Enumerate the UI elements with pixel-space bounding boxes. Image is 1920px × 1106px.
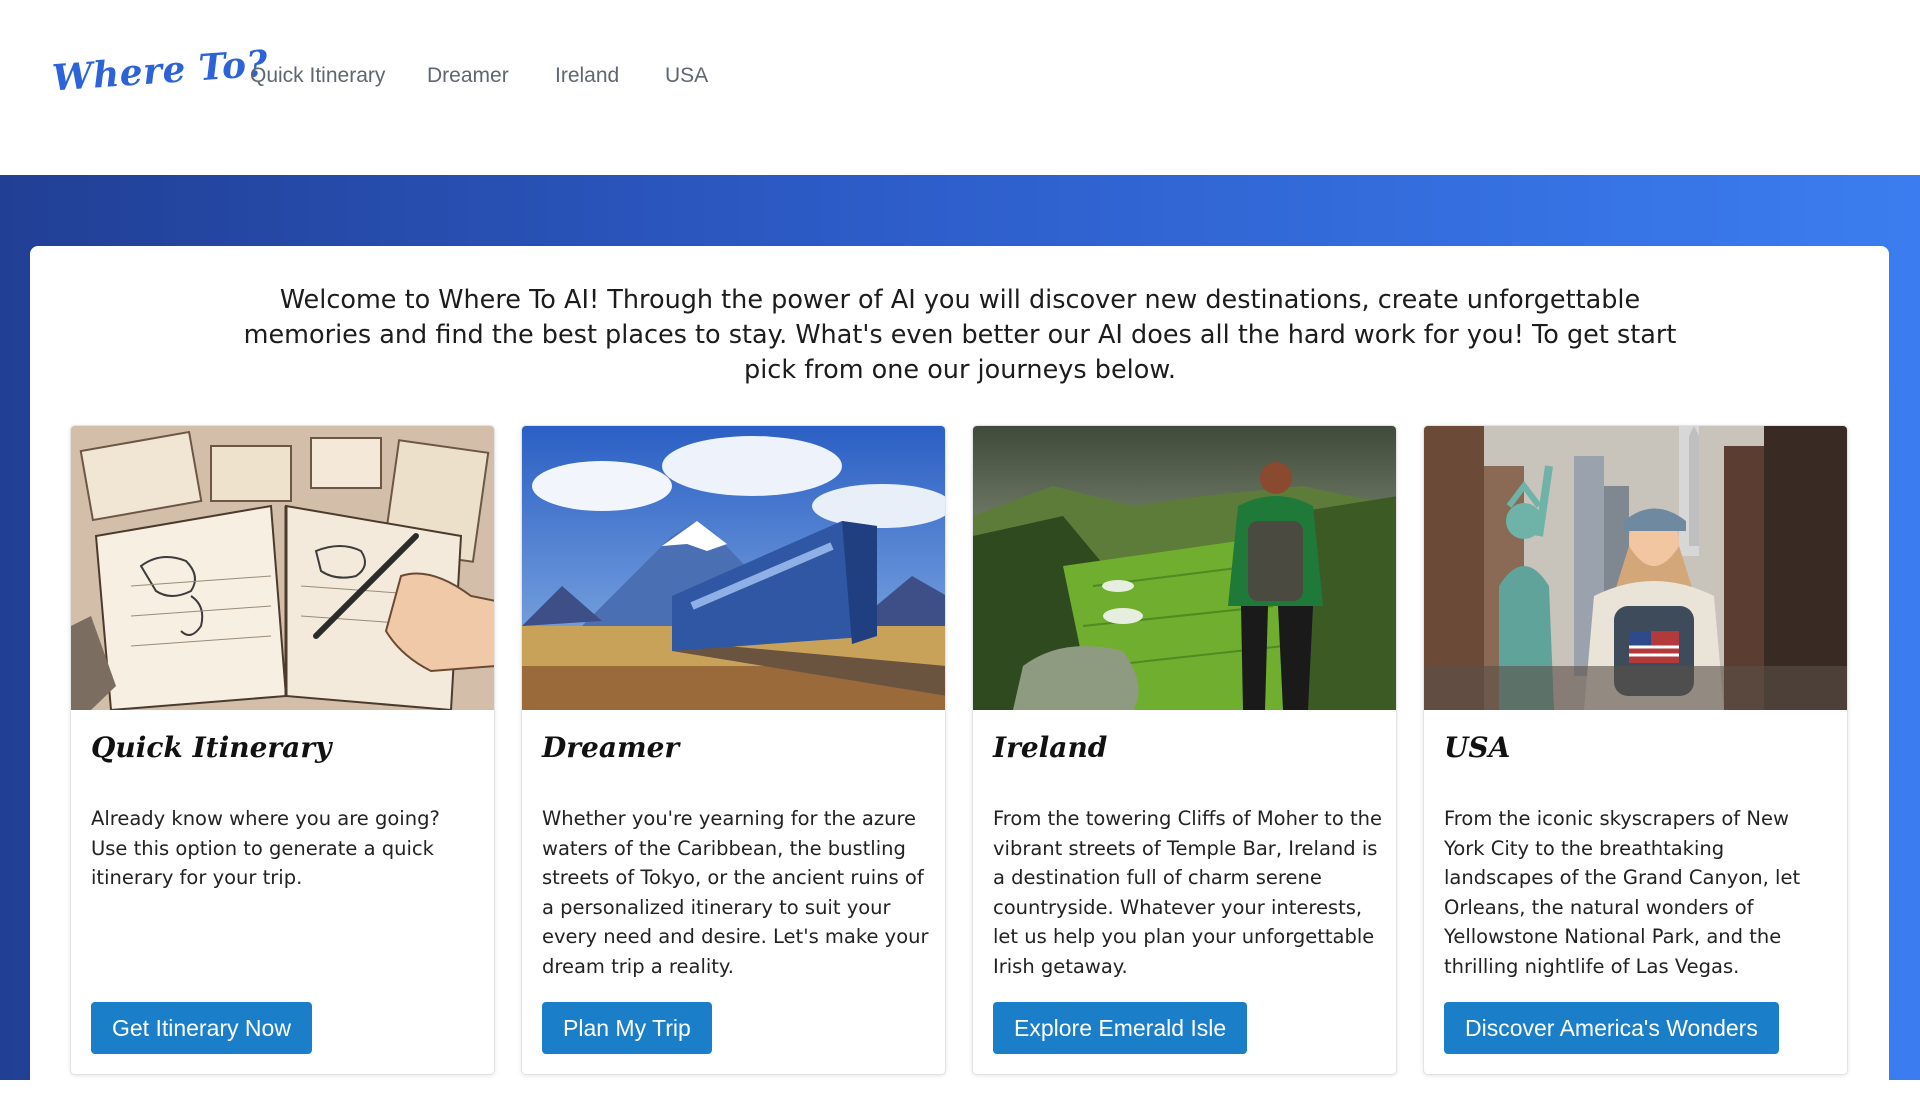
- card-description: Already know where you are going? Use th…: [91, 807, 440, 889]
- card-ireland: Ireland From the towering Cliffs of Mohe…: [972, 425, 1397, 1075]
- nav-link-usa[interactable]: USA: [665, 64, 708, 88]
- card-description: From the iconic skyscrapers of New York …: [1444, 807, 1801, 978]
- new-york-traveler-illustration-icon: [1424, 426, 1847, 710]
- train-mountain-illustration-icon: [522, 426, 945, 710]
- discover-americas-wonders-button[interactable]: Discover America's Wonders: [1444, 1002, 1779, 1054]
- nav-link-ireland[interactable]: Ireland: [555, 64, 619, 88]
- intro-text: Welcome to Where To AI! Through the powe…: [243, 285, 1677, 385]
- explore-emerald-isle-button[interactable]: Explore Emerald Isle: [993, 1002, 1248, 1054]
- navbar: Where To? Quick Itinerary Dreamer Irelan…: [0, 0, 1920, 175]
- brand-logo[interactable]: Where To?: [51, 43, 270, 100]
- get-itinerary-now-button[interactable]: Get Itinerary Now: [91, 1002, 312, 1054]
- card-title: USA: [1444, 731, 1511, 764]
- card-title: Ireland: [993, 731, 1108, 764]
- card-quick-itinerary: Quick Itinerary Already know where you a…: [70, 425, 495, 1075]
- card-title: Dreamer: [542, 731, 680, 764]
- card-description: From the towering Cliffs of Moher to the…: [993, 807, 1382, 978]
- nav-link-quick-itinerary[interactable]: Quick Itinerary: [250, 64, 385, 88]
- plan-my-trip-button[interactable]: Plan My Trip: [542, 1002, 712, 1054]
- ireland-hiker-illustration-icon: [973, 426, 1396, 710]
- map-journal-illustration-icon: [71, 426, 494, 710]
- nav-link-dreamer[interactable]: Dreamer: [427, 64, 509, 88]
- card-dreamer: Dreamer Whether you're yearning for the …: [521, 425, 946, 1075]
- card-usa: USA From the iconic skyscrapers of New Y…: [1423, 425, 1848, 1075]
- card-title: Quick Itinerary: [91, 731, 332, 764]
- card-description: Whether you're yearning for the azure wa…: [542, 807, 929, 978]
